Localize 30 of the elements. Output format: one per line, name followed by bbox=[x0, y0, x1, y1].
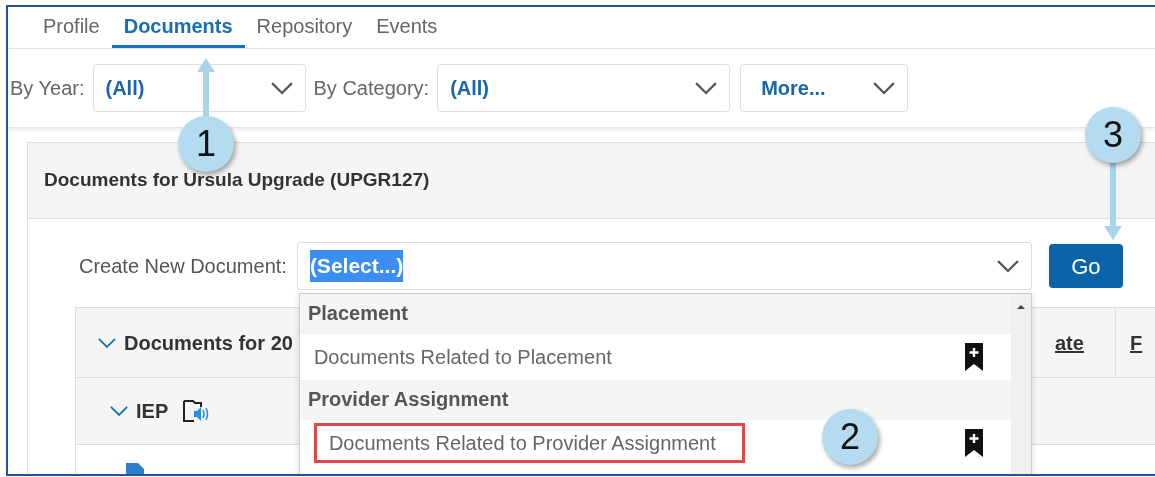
filter-label: By Category: bbox=[313, 76, 430, 101]
chevron-icon bbox=[873, 82, 896, 96]
bookmark-add-icon[interactable] bbox=[964, 343, 983, 371]
bookmark-add-icon[interactable] bbox=[964, 429, 983, 457]
step-callout: 1 bbox=[178, 116, 234, 172]
chevron-icon bbox=[695, 82, 718, 96]
filter-select[interactable]: (All) bbox=[437, 64, 731, 112]
table-subgroup-header: IEP bbox=[136, 399, 169, 424]
chevron-icon bbox=[996, 260, 1019, 274]
chevron-icon bbox=[270, 82, 293, 96]
dropdown-option[interactable]: Documents Related to Placement bbox=[299, 334, 965, 380]
step-callout: 3 bbox=[1085, 107, 1141, 163]
dropdown-group-label: Provider Assignment bbox=[299, 380, 1011, 420]
filter-label: By Year: bbox=[10, 76, 85, 101]
field-label: Create New Document: bbox=[79, 254, 287, 279]
dropdown-group-label: Placement bbox=[299, 294, 1011, 334]
callout-arrow bbox=[197, 58, 215, 118]
go-button[interactable]: Go bbox=[1048, 244, 1123, 288]
column-header[interactable]: F bbox=[1130, 327, 1143, 358]
column-header[interactable]: ate bbox=[1055, 327, 1084, 358]
filter-select[interactable]: More... bbox=[740, 64, 909, 112]
read-aloud-icon[interactable] bbox=[182, 398, 211, 424]
scrollbar[interactable] bbox=[1010, 294, 1031, 474]
tab[interactable]: Profile bbox=[31, 7, 112, 48]
tab[interactable]: Events bbox=[364, 7, 450, 48]
filter-select[interactable]: (All) bbox=[92, 64, 306, 112]
tab[interactable]: Documents bbox=[111, 7, 245, 48]
tab[interactable]: Repository bbox=[244, 7, 365, 48]
table-group-header: Documents for 20 bbox=[124, 330, 293, 356]
dropdown-option[interactable]: Documents Related to Provider Assignment bbox=[313, 423, 745, 463]
